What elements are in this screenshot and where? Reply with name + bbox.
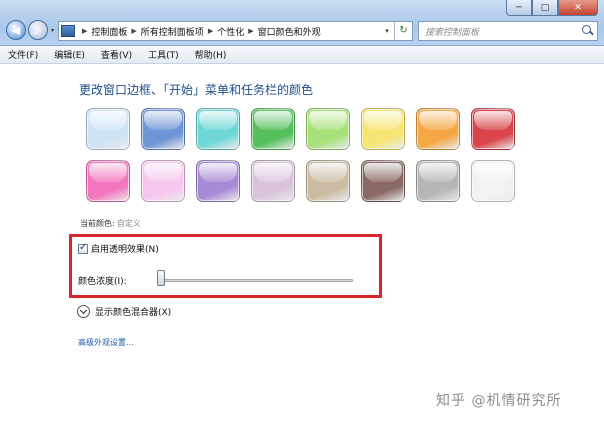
- color-swatch[interactable]: [471, 108, 515, 150]
- menu-tools[interactable]: 工具(T): [148, 48, 179, 61]
- color-swatch[interactable]: [86, 108, 130, 150]
- color-swatch[interactable]: [306, 160, 350, 202]
- color-swatch[interactable]: [416, 160, 460, 202]
- color-swatch[interactable]: [141, 160, 185, 202]
- menu-help[interactable]: 帮助(H): [195, 48, 227, 61]
- current-color-label: 当前颜色:: [80, 219, 115, 228]
- breadcrumb-personalization[interactable]: 个性化: [217, 25, 244, 38]
- intensity-label: 颜色浓度(I):: [78, 277, 127, 287]
- menu-view[interactable]: 查看(V): [101, 48, 132, 61]
- refresh-icon[interactable]: ↻: [394, 22, 412, 40]
- color-mixer-toggle[interactable]: 显示颜色混合器(X): [77, 305, 171, 318]
- address-dropdown-icon[interactable]: ▾: [380, 27, 394, 35]
- nav-buttons: ◀ ▶ ▾: [6, 20, 57, 40]
- advanced-appearance-link[interactable]: 高级外观设置...: [78, 337, 134, 348]
- history-dropdown[interactable]: ▾: [48, 23, 57, 37]
- search-placeholder: 搜索控制面板: [425, 27, 480, 38]
- search-input[interactable]: 搜索控制面板: [418, 21, 598, 41]
- address-actions: ▾ ↻: [380, 22, 412, 40]
- menu-edit[interactable]: 编辑(E): [54, 48, 85, 61]
- breadcrumb-window-color[interactable]: 窗口颜色和外观: [258, 25, 321, 38]
- chevron-right-icon[interactable]: ▶: [82, 27, 87, 35]
- color-swatch[interactable]: [141, 108, 185, 150]
- color-swatch[interactable]: [361, 160, 405, 202]
- color-swatch[interactable]: [471, 160, 515, 202]
- forward-button[interactable]: ▶: [28, 20, 48, 40]
- breadcrumb-control-panel[interactable]: 控制面板: [91, 25, 127, 38]
- breadcrumb-all-items[interactable]: 所有控制面板项: [141, 25, 204, 38]
- close-button[interactable]: ✕: [558, 0, 598, 16]
- color-swatch[interactable]: [251, 160, 295, 202]
- page-title: 更改窗口边框、「开始」菜单和任务栏的颜色: [79, 83, 314, 97]
- chevron-right-icon[interactable]: ▶: [131, 27, 136, 35]
- chevron-right-icon[interactable]: ▶: [208, 27, 213, 35]
- watermark: 知乎 @机情研究所: [436, 393, 562, 409]
- search-icon[interactable]: [579, 22, 597, 40]
- current-color-value: 自定义: [116, 219, 141, 228]
- window-controls: ─ □ ✕: [506, 0, 598, 16]
- control-panel-icon: [61, 25, 75, 37]
- intensity-slider-thumb[interactable]: [157, 270, 165, 286]
- current-color: 当前颜色: 自定义: [80, 218, 141, 229]
- maximize-button[interactable]: □: [532, 0, 558, 16]
- color-swatch[interactable]: [251, 108, 295, 150]
- minimize-button[interactable]: ─: [506, 0, 532, 16]
- back-button[interactable]: ◀: [6, 20, 26, 40]
- color-swatch[interactable]: [306, 108, 350, 150]
- color-swatch[interactable]: [416, 108, 460, 150]
- color-swatch[interactable]: [86, 160, 130, 202]
- chevron-right-icon[interactable]: ▶: [248, 27, 253, 35]
- menu-file[interactable]: 文件(F): [8, 48, 38, 61]
- color-mixer-label[interactable]: 显示颜色混合器(X): [95, 305, 171, 318]
- address-bar[interactable]: ▶ 控制面板 ▶ 所有控制面板项 ▶ 个性化 ▶ 窗口颜色和外观 ▾ ↻: [58, 21, 413, 41]
- color-swatch[interactable]: [196, 160, 240, 202]
- color-swatch[interactable]: [361, 108, 405, 150]
- intensity-slider-track[interactable]: [157, 279, 353, 282]
- color-swatch[interactable]: [196, 108, 240, 150]
- menu-bar: 文件(F) 编辑(E) 查看(V) 工具(T) 帮助(H): [0, 46, 604, 64]
- transparency-label[interactable]: 启用透明效果(N): [91, 242, 159, 255]
- transparency-option[interactable]: 启用透明效果(N): [78, 242, 159, 255]
- chevron-down-icon[interactable]: [77, 305, 90, 318]
- transparency-checkbox[interactable]: [78, 242, 88, 254]
- window-titlebar: ─ □ ✕ ◀ ▶ ▾ ▶ 控制面板 ▶ 所有控制面板项 ▶ 个性化 ▶ 窗口颜…: [0, 0, 604, 46]
- content-area: 更改窗口边框、「开始」菜单和任务栏的颜色 当前颜色:自定义 启用透明效果(N) …: [0, 65, 604, 424]
